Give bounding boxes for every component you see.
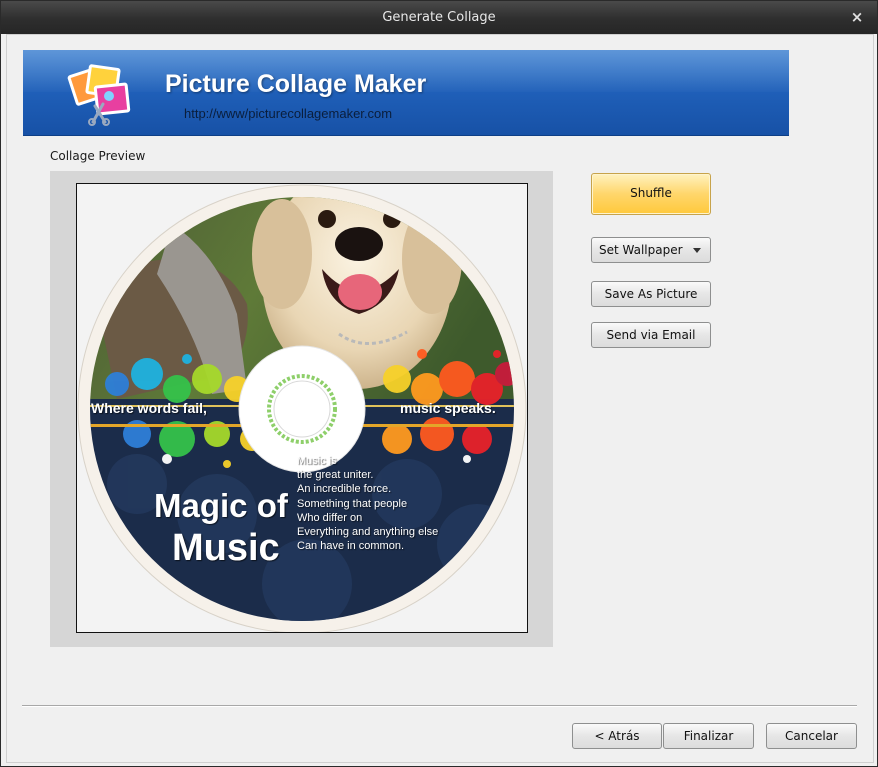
finish-button[interactable]: Finalizar xyxy=(663,723,754,749)
collage-title-line1: Magic of xyxy=(154,487,288,524)
collage-tagline-right: music speaks. xyxy=(400,400,496,416)
poem-line: Music is xyxy=(297,455,337,467)
poem-line: An incredible force. xyxy=(297,483,392,496)
send-via-email-button[interactable]: Send via Email xyxy=(591,322,711,348)
collage-preview-label: Collage Preview xyxy=(50,149,146,163)
footer-divider xyxy=(22,705,857,707)
window-title: Generate Collage xyxy=(382,10,496,25)
poem-line: the great uniter. xyxy=(297,469,374,482)
poem-line: Everything and anything else xyxy=(297,526,439,539)
dialog-content: Picture Collage Maker http://www/picture… xyxy=(6,34,874,763)
app-banner: Picture Collage Maker http://www/picture… xyxy=(23,50,789,136)
collage-title-line2: Music xyxy=(172,527,280,569)
app-name: Picture Collage Maker xyxy=(165,70,427,98)
collage-preview-area: Where words fail, music speaks. Magic of… xyxy=(50,171,553,647)
set-wallpaper-button[interactable]: Set Wallpaper xyxy=(591,237,711,263)
set-wallpaper-label: Set Wallpaper xyxy=(599,243,683,257)
app-url: http://www/picturecollagemaker.com xyxy=(184,106,393,121)
collage-preview-canvas: Where words fail, music speaks. Magic of… xyxy=(76,183,528,633)
cancel-button[interactable]: Cancelar xyxy=(766,723,857,749)
collage-poem: Music is the great uniter. An incredible… xyxy=(297,454,438,553)
picture-collage-logo-icon xyxy=(67,64,131,126)
dropdown-arrow-icon xyxy=(693,248,701,253)
poem-line: Can have in common. xyxy=(297,540,404,553)
poem-line: Who differ on xyxy=(297,511,363,524)
close-icon[interactable]: × xyxy=(847,1,867,34)
save-as-picture-button[interactable]: Save As Picture xyxy=(591,281,711,307)
back-button[interactable]: < Atrás xyxy=(572,723,662,749)
collage-tagline-left: Where words fail, xyxy=(91,400,207,416)
generate-collage-window: Generate Collage × Picture Collage Maker… xyxy=(0,0,878,767)
title-bar[interactable]: Generate Collage × xyxy=(1,1,877,34)
shuffle-button[interactable]: Shuffle xyxy=(591,173,711,215)
poem-line: Something that people xyxy=(297,497,408,510)
